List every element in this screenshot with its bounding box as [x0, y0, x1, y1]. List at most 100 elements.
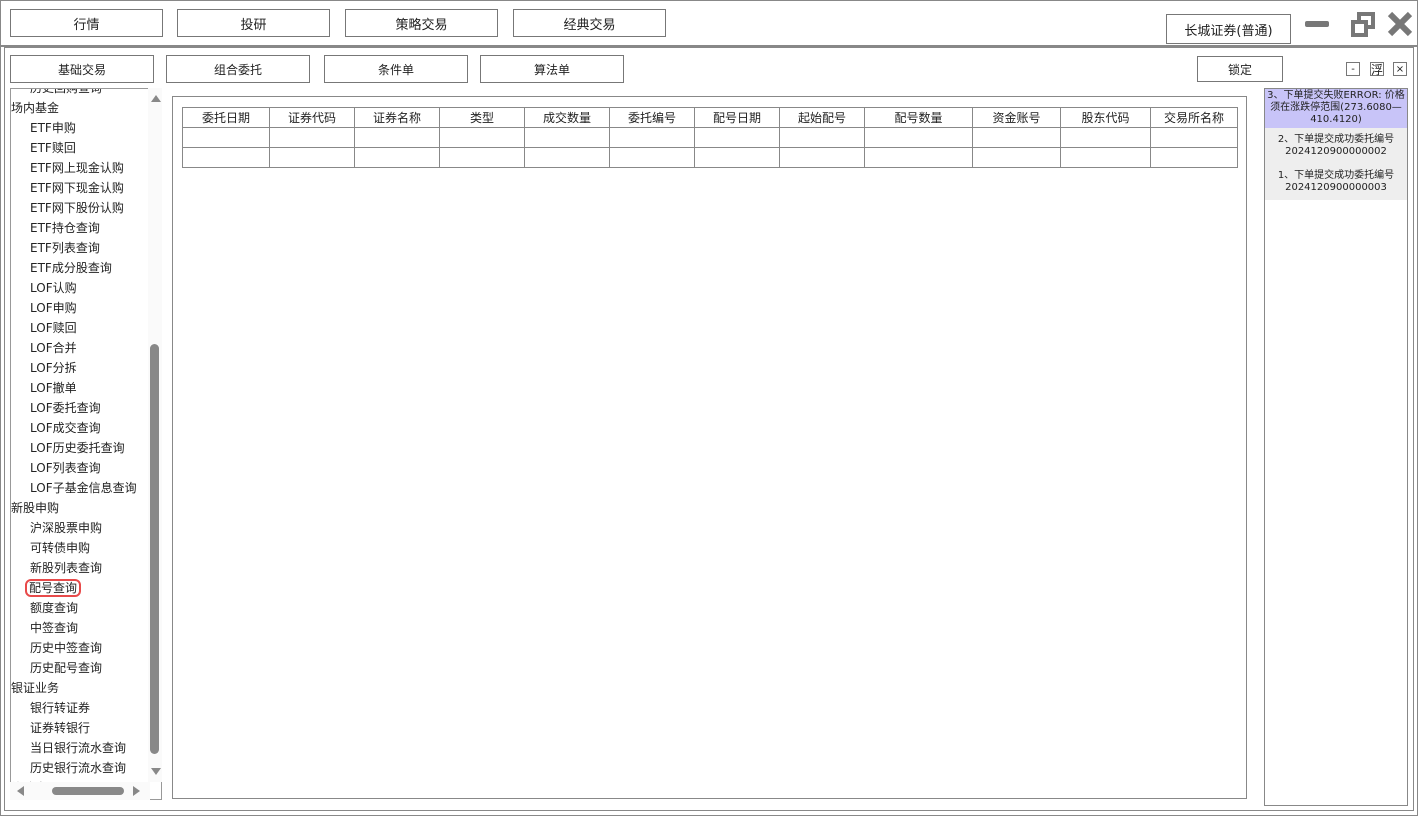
table-cell [972, 127, 1061, 148]
tree-item-label: 历史中签查询 [30, 641, 103, 655]
tree-item[interactable]: ETF网下现金认购 [30, 178, 124, 198]
table-row[interactable] [182, 127, 1238, 148]
table-cell [609, 127, 695, 148]
table-cell [524, 127, 610, 148]
tree-item[interactable]: ETF网下股份认购 [30, 198, 124, 218]
scroll-right-icon[interactable] [133, 786, 140, 796]
tree-item[interactable]: 中签查询 [30, 618, 78, 638]
column-header[interactable]: 委托日期 [182, 107, 270, 128]
column-header[interactable]: 股东代码 [1060, 107, 1151, 128]
tree-item[interactable]: LOF认购 [30, 278, 77, 298]
column-header[interactable]: 证券代码 [269, 107, 355, 128]
message-panel: 3、下单提交失败ERROR: 价格须在涨跌停范围(273.6080—410.41… [1264, 88, 1408, 806]
tree-item-label: LOF列表查询 [30, 461, 101, 475]
tree-item[interactable]: 配号查询 [24, 578, 82, 598]
tree-item[interactable]: LOF分拆 [30, 358, 77, 378]
column-header[interactable]: 类型 [439, 107, 525, 128]
tree-item-label: 银证业务 [11, 681, 60, 695]
table-cell [1060, 147, 1151, 168]
tree-horizontal-scrollbar[interactable] [10, 782, 150, 800]
tree-item-label: LOF合并 [30, 341, 77, 355]
tree-item[interactable]: 历史回购查询 [30, 89, 102, 98]
column-header[interactable]: 起始配号 [779, 107, 865, 128]
lock-button[interactable]: 锁定 [1197, 56, 1283, 82]
column-header[interactable]: 资金账号 [972, 107, 1061, 128]
top-tab-3[interactable]: 经典交易 [513, 9, 666, 37]
column-header[interactable]: 证券名称 [354, 107, 440, 128]
broker-account-button[interactable]: 长城证券(普通) [1166, 14, 1291, 44]
table-cell [1150, 127, 1238, 148]
tree-group[interactable]: 场内基金 [11, 98, 59, 118]
scroll-down-icon[interactable] [151, 768, 161, 775]
tree-item[interactable]: 新股列表查询 [30, 558, 102, 578]
tree-item[interactable]: LOF委托查询 [30, 398, 101, 418]
close-icon[interactable] [1387, 11, 1413, 37]
scroll-up-icon[interactable] [151, 95, 161, 102]
tree-item[interactable]: LOF赎回 [30, 318, 77, 338]
table-cell [694, 147, 780, 168]
column-header[interactable]: 委托编号 [609, 107, 695, 128]
panel-close-button[interactable]: × [1393, 62, 1407, 76]
tree-item-label: 银行转证券 [30, 701, 91, 715]
tree-item[interactable]: LOF合并 [30, 338, 77, 358]
tree-item[interactable]: LOF子基金信息查询 [30, 478, 137, 498]
scroll-thumb[interactable] [52, 787, 124, 795]
scroll-left-icon[interactable] [17, 786, 24, 796]
allotment-table: 委托日期 证券代码 证券名称 类型 成交数量 委托编号 配号日期 起始配号 配号数量 资金账号 股东… [182, 107, 1238, 168]
column-header[interactable]: 交易所名称 [1150, 107, 1238, 128]
tree-item-label: 沪深股票申购 [30, 521, 103, 535]
column-header[interactable]: 成交数量 [524, 107, 610, 128]
tree-item[interactable]: 银行转证券 [30, 698, 90, 718]
tree-item[interactable]: ETF赎回 [30, 138, 76, 158]
table-cell [182, 127, 270, 148]
sub-tab-1[interactable]: 组合委托 [166, 55, 310, 83]
tree-item[interactable]: 可转债申购 [30, 538, 90, 558]
column-header[interactable]: 配号数量 [864, 107, 973, 128]
tree-item[interactable]: LOF撤单 [30, 378, 77, 398]
tree-item[interactable]: ETF成分股查询 [30, 258, 112, 278]
table-cell [269, 127, 355, 148]
tree-item-label: LOF历史委托查询 [30, 441, 125, 455]
tree-item[interactable]: 当日银行流水查询 [30, 738, 126, 758]
scroll-thumb[interactable] [150, 344, 159, 754]
tree-item[interactable]: LOF成交查询 [30, 418, 101, 438]
top-tab-2[interactable]: 策略交易 [345, 9, 498, 37]
sub-tab-0[interactable]: 基础交易 [10, 55, 154, 83]
table-cell [864, 127, 973, 148]
tree-item[interactable]: 历史配号查询 [30, 658, 102, 678]
tree-item[interactable]: 沪深股票申购 [30, 518, 102, 538]
tree-item[interactable]: LOF列表查询 [30, 458, 101, 478]
top-tab-1[interactable]: 投研 [177, 9, 330, 37]
tree-item[interactable]: LOF历史委托查询 [30, 438, 125, 458]
table-cell [972, 147, 1061, 168]
panel-float-button[interactable]: 浮 [1370, 62, 1384, 77]
column-header[interactable]: 配号日期 [694, 107, 780, 128]
tree-vertical-scrollbar[interactable] [148, 88, 162, 782]
sub-tab-2[interactable]: 条件单 [324, 55, 468, 83]
tree-item[interactable]: 历史中签查询 [30, 638, 102, 658]
table-row[interactable] [182, 147, 1238, 168]
tree-item[interactable]: ETF持仓查询 [30, 218, 100, 238]
tree-item-label: 额度查询 [30, 601, 79, 615]
tree-item[interactable]: ETF申购 [30, 118, 76, 138]
tree-item[interactable]: ETF列表查询 [30, 238, 100, 258]
success-message: 2、下单提交成功委托编号 2024120900000002 [1265, 128, 1407, 164]
tree-item[interactable]: 证券转银行 [30, 718, 90, 738]
tree-item[interactable]: 额度查询 [30, 598, 78, 618]
minimize-icon[interactable] [1305, 21, 1329, 27]
top-tab-0[interactable]: 行情 [10, 9, 163, 37]
tree-group[interactable]: 银证业务 [11, 678, 59, 698]
tree-item-label: 证券转银行 [30, 721, 91, 735]
tree-item[interactable]: LOF申购 [30, 298, 77, 318]
tree-group[interactable]: 新股申购 [11, 498, 59, 518]
tree-item[interactable]: 历史银行流水查询 [30, 758, 126, 778]
sub-tab-3[interactable]: 算法单 [480, 55, 624, 83]
tree-item-label: LOF赎回 [30, 321, 77, 335]
function-tree: 历史回购查询 场内基金 ETF申购 ETF赎回 ETF网上现金认购 ETF网下现金认购 ET… [10, 88, 162, 800]
panel-minimize-button[interactable]: - [1346, 62, 1360, 76]
tree-item-label: 历史配号查询 [30, 661, 103, 675]
tree-item-label: LOF子基金信息查询 [30, 481, 137, 495]
table-cell [779, 147, 865, 168]
restore-icon[interactable] [1350, 12, 1376, 38]
tree-item[interactable]: ETF网上现金认购 [30, 158, 124, 178]
